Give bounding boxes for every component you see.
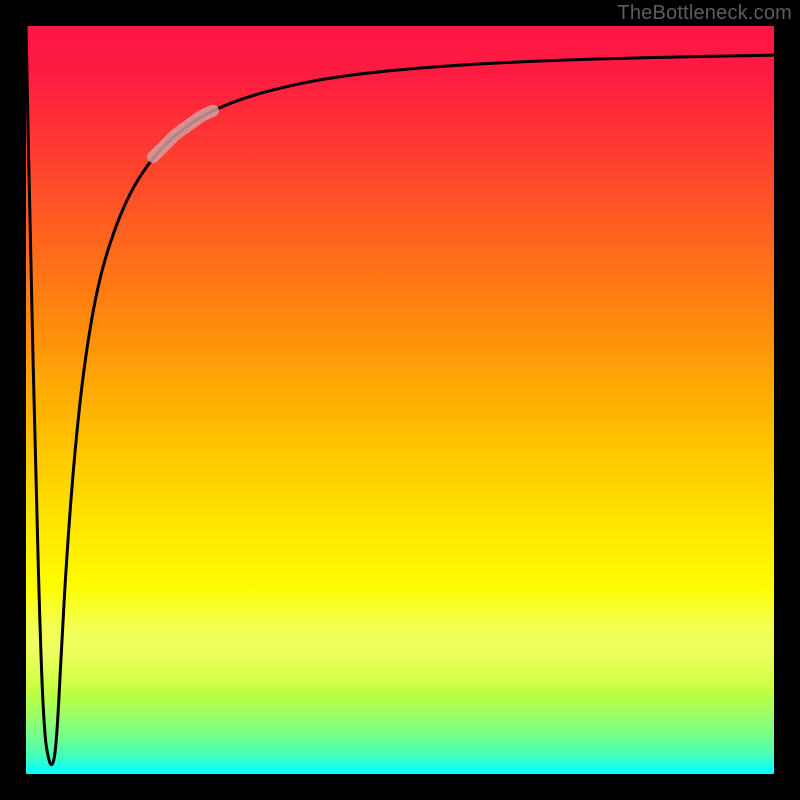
curve-svg: [26, 26, 774, 774]
bottleneck-curve-path: [26, 26, 774, 765]
plot-area: [26, 26, 774, 774]
curve-highlight-segment: [153, 111, 213, 157]
watermark-text: TheBottleneck.com: [617, 2, 792, 25]
chart-frame: TheBottleneck.com: [0, 0, 800, 800]
